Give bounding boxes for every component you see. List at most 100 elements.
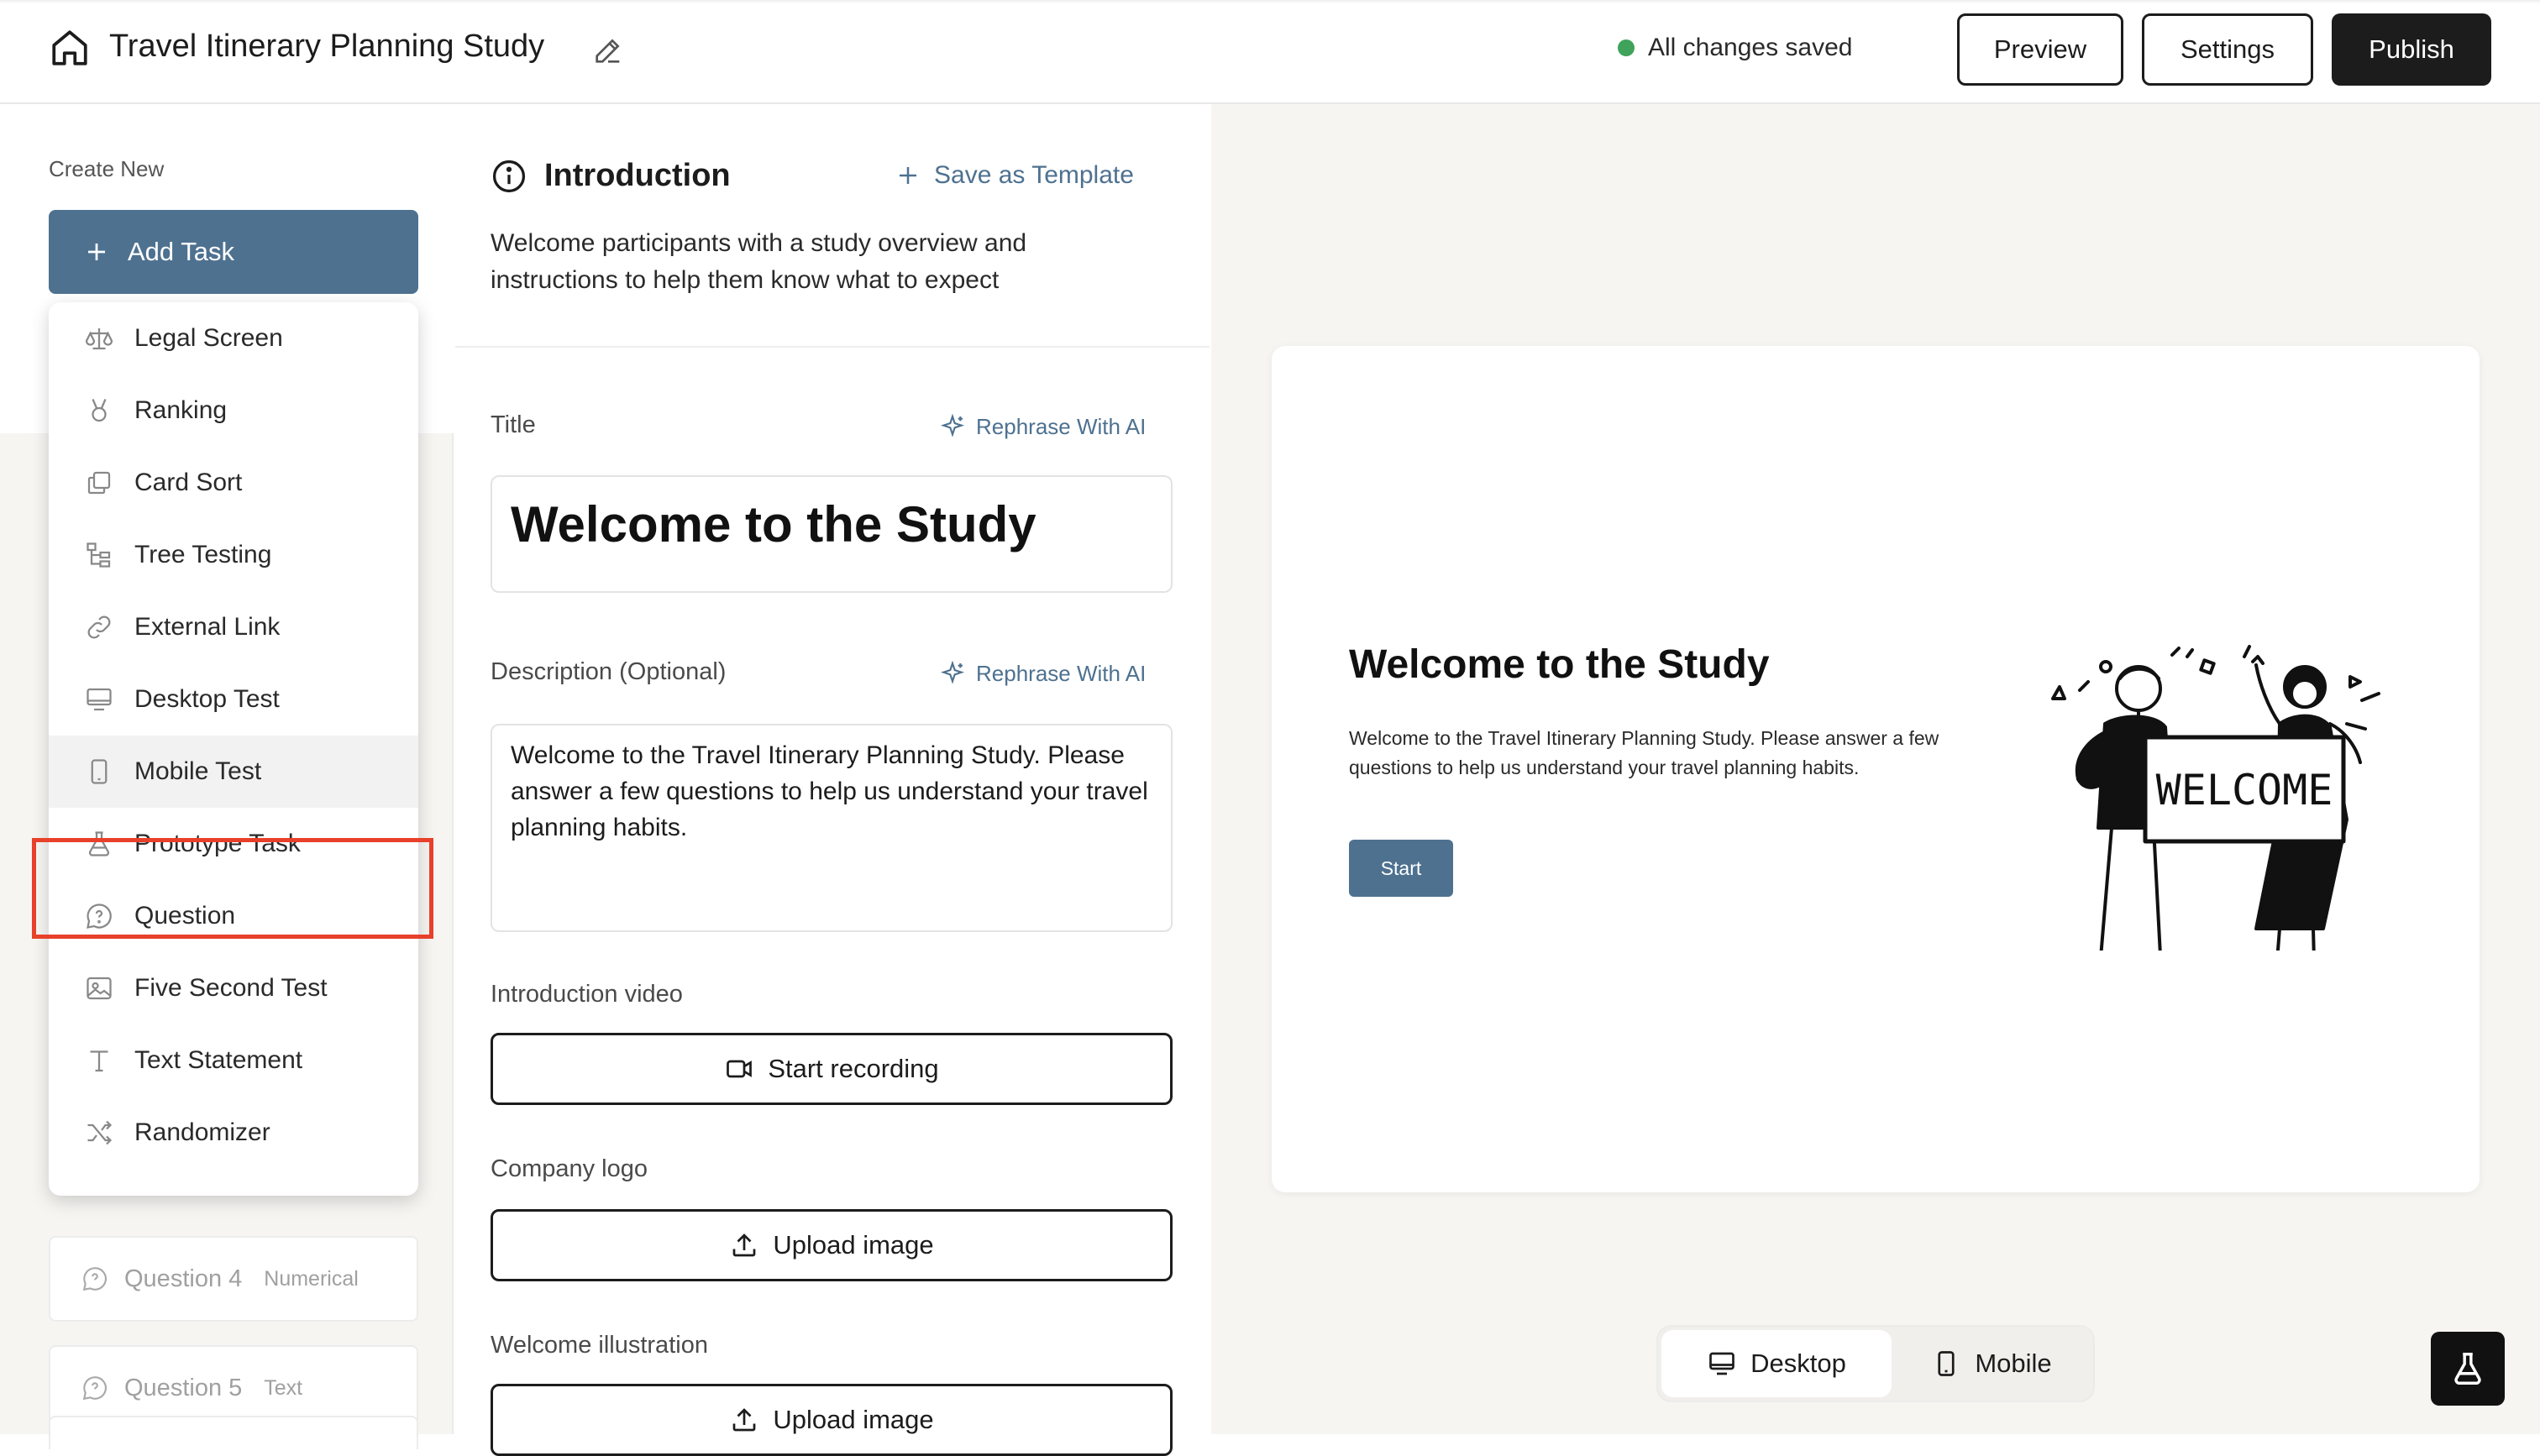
menu-item-label: Tree Testing (134, 541, 272, 568)
menu-item-text-statement[interactable]: Text Statement (49, 1024, 418, 1097)
preview-body: Welcome to the Travel Itinerary Planning… (1349, 727, 1939, 778)
add-task-dropdown: Legal Screen Ranking Card Sort Tree Test… (49, 302, 418, 1196)
edit-title-icon[interactable] (591, 34, 625, 67)
menu-item-mobile-test[interactable]: Mobile Test (49, 736, 418, 808)
section-title: Introduction (544, 158, 731, 193)
shuffle-icon (87, 1120, 113, 1145)
title-input[interactable]: Welcome to the Study (491, 475, 1173, 593)
upload-image-label: Upload image (773, 1230, 934, 1260)
publish-button[interactable]: Publish (2332, 13, 2491, 86)
save-as-template-label: Save as Template (934, 161, 1134, 189)
editor-panel: Introduction Save as Template Welcome pa… (455, 104, 1210, 1456)
task-card-type: Numerical (264, 1266, 359, 1291)
menu-item-label: Five Second Test (134, 974, 328, 1002)
rephrase-label: Rephrase With AI (976, 660, 1147, 686)
sparkle-icon (940, 413, 965, 437)
title-input-value: Welcome to the Study (511, 496, 1036, 553)
video-camera-icon (727, 1060, 753, 1078)
description-textarea-value: Welcome to the Travel Itinerary Planning… (511, 741, 1148, 841)
device-toggle: Desktop Mobile (1656, 1325, 2095, 1402)
upload-illustration-button[interactable]: Upload image (491, 1384, 1173, 1456)
add-task-label: Add Task (128, 237, 234, 266)
menu-item-label: Ranking (134, 396, 228, 424)
task-card-label: Question 5 (124, 1374, 243, 1401)
mobile-toggle-button[interactable]: Mobile (1892, 1330, 2091, 1397)
task-card-next[interactable] (49, 1416, 418, 1449)
sidebar: Create New Add Task Legal Screen Ranking… (0, 104, 454, 1449)
cards-icon (87, 471, 111, 495)
info-icon (491, 158, 527, 195)
menu-item-label: Desktop Test (134, 685, 280, 713)
medal-icon (92, 399, 107, 422)
question-bubble-icon (82, 1376, 107, 1401)
start-recording-button[interactable]: Start recording (491, 1033, 1173, 1105)
description-textarea[interactable]: Welcome to the Travel Itinerary Planning… (491, 724, 1173, 932)
rephrase-label: Rephrase With AI (976, 413, 1147, 439)
link-icon (87, 615, 111, 639)
menu-item-label: Text Statement (134, 1046, 303, 1074)
divider (455, 346, 1210, 348)
save-status-text: All changes saved (1648, 34, 1853, 61)
upload-icon (732, 1408, 756, 1432)
illustration-sign-text: WELCOME (2156, 766, 2333, 814)
task-card-question-4[interactable]: Question 4 Numerical (49, 1236, 418, 1322)
selection-highlight (32, 838, 433, 939)
home-icon[interactable] (49, 27, 91, 69)
menu-item-five-second-test[interactable]: Five Second Test (49, 952, 418, 1024)
menu-item-ranking[interactable]: Ranking (49, 374, 418, 447)
upload-icon (732, 1233, 756, 1257)
status-dot-icon (1618, 39, 1635, 56)
create-new-label: Create New (49, 156, 165, 181)
desktop-toggle-button[interactable]: Desktop (1661, 1330, 1892, 1397)
menu-item-label: Card Sort (134, 469, 243, 496)
flask-icon (2454, 1353, 2481, 1385)
save-as-template-button[interactable]: Save as Template (895, 161, 1134, 190)
task-card-label: Question 4 (124, 1265, 243, 1292)
study-title: Travel Itinerary Planning Study (109, 29, 545, 64)
floating-lab-button[interactable] (2431, 1332, 2505, 1406)
menu-item-legal-screen[interactable]: Legal Screen (49, 302, 418, 374)
company-logo-label: Company logo (491, 1155, 648, 1182)
image-icon (87, 977, 112, 1000)
upload-logo-button[interactable]: Upload image (491, 1209, 1173, 1281)
menu-item-tree-testing[interactable]: Tree Testing (49, 519, 418, 591)
menu-item-label: Mobile Test (134, 757, 262, 785)
plus-icon (900, 167, 916, 184)
preview-start-button[interactable]: Start (1349, 840, 1453, 897)
top-bar: Travel Itinerary Planning Study All chan… (0, 0, 2540, 104)
welcome-preview-card: Welcome to the Study Welcome to the Trav… (1272, 346, 2480, 1192)
menu-item-label: Legal Screen (134, 324, 283, 352)
monitor-icon (1709, 1352, 1734, 1375)
phone-icon (91, 759, 108, 784)
menu-item-label: External Link (134, 613, 281, 641)
rephrase-title-button[interactable]: Rephrase With AI (939, 413, 1146, 440)
mobile-toggle-label: Mobile (1975, 1349, 2052, 1378)
save-status: All changes saved (1618, 34, 1853, 62)
question-bubble-icon (82, 1267, 107, 1291)
monitor-icon (87, 688, 112, 711)
add-task-button[interactable]: Add Task (49, 210, 418, 294)
menu-item-randomizer[interactable]: Randomizer (49, 1097, 418, 1169)
menu-item-label: Randomizer (134, 1118, 270, 1146)
preview-area: Welcome to the Study Welcome to the Trav… (1211, 104, 2540, 1434)
title-label: Title (491, 411, 536, 438)
preview-heading: Welcome to the Study (1349, 642, 1770, 687)
desktop-toggle-label: Desktop (1750, 1349, 1846, 1378)
menu-item-card-sort[interactable]: Card Sort (49, 447, 418, 519)
section-description: Welcome participants with a study overvi… (491, 229, 1027, 294)
menu-item-desktop-test[interactable]: Desktop Test (49, 663, 418, 736)
welcome-illustration-label: Welcome illustration (491, 1332, 708, 1359)
start-recording-label: Start recording (768, 1054, 939, 1083)
task-card-type: Text (264, 1375, 303, 1400)
phone-icon (1938, 1351, 1955, 1376)
scale-icon (85, 328, 113, 350)
introduction-video-label: Introduction video (491, 981, 683, 1008)
settings-button[interactable]: Settings (2142, 13, 2313, 86)
upload-image-label: Upload image (773, 1405, 934, 1434)
preview-button[interactable]: Preview (1957, 13, 2123, 86)
description-label: Description (Optional) (491, 658, 727, 685)
tree-icon (87, 542, 111, 568)
text-icon (90, 1050, 108, 1072)
rephrase-description-button[interactable]: Rephrase With AI (939, 660, 1146, 687)
menu-item-external-link[interactable]: External Link (49, 591, 418, 663)
